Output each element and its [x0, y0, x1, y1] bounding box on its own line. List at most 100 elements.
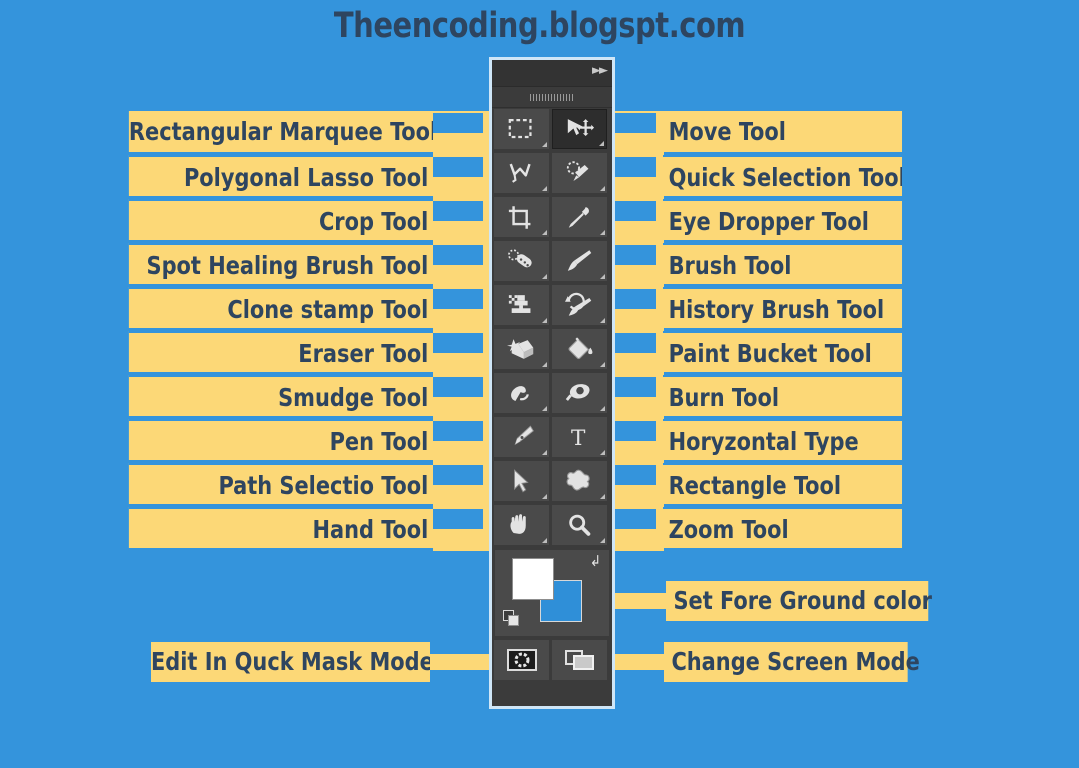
- right-tool-label-8: Rectangle Tool: [663, 463, 903, 504]
- connector-gap: [433, 509, 483, 529]
- hand-icon: [509, 514, 526, 534]
- connector-gap: [433, 465, 483, 485]
- tool-cell-quick-selection-icon[interactable]: [552, 153, 607, 193]
- left-tool-label-4: Clone stamp Tool: [128, 287, 433, 328]
- tool-corner-marker: [542, 318, 547, 323]
- eyedropper-icon: [568, 207, 589, 228]
- tool-corner-marker: [600, 538, 605, 543]
- tool-cell-clone-stamp-icon[interactable]: [494, 285, 549, 325]
- right-tool-label-2: Eye Dropper Tool: [663, 199, 903, 240]
- tool-cell-pen-icon[interactable]: [494, 417, 549, 457]
- paint-bucket-icon: [568, 337, 592, 360]
- page-title: Theencoding.blogspt.com: [333, 6, 746, 46]
- tool-corner-marker: [600, 230, 605, 235]
- connector-gap: [614, 465, 656, 485]
- rectangular-marquee-icon: [508, 118, 532, 139]
- tool-corner-marker: [542, 230, 547, 235]
- set-foreground-color-label: Set Fore Ground color: [666, 581, 932, 621]
- tool-corner-marker: [542, 450, 547, 455]
- connector-gap: [433, 245, 483, 265]
- tool-cell-paint-bucket-icon[interactable]: [552, 329, 607, 369]
- quick-mask-connector: [430, 654, 490, 670]
- tool-cell-horizontal-type-icon[interactable]: T: [552, 417, 607, 457]
- foreground-color-swatch[interactable]: [512, 558, 554, 600]
- right-connector-field: [614, 111, 664, 551]
- connector-gap: [433, 421, 483, 441]
- smudge-icon: [510, 386, 529, 401]
- screen-mode-connector: [614, 654, 666, 670]
- history-brush-icon: [564, 292, 591, 316]
- right-tool-label-5: Paint Bucket Tool: [663, 331, 903, 372]
- connector-gap: [433, 333, 483, 353]
- mode-button-row: [492, 639, 612, 683]
- brush-icon: [567, 250, 591, 271]
- quick-mask-label: Edit In Quck Mask Mode: [151, 642, 434, 682]
- svg-text:T: T: [570, 426, 585, 450]
- connector-gap: [614, 245, 656, 265]
- swap-colors-icon[interactable]: ↲: [590, 554, 601, 569]
- tool-corner-marker: [542, 142, 547, 147]
- tool-cell-crop-icon[interactable]: [494, 197, 549, 237]
- left-tool-label-7: Pen Tool: [128, 419, 433, 460]
- left-tool-label-8: Path Selectio Tool: [128, 463, 433, 504]
- tool-cell-hand-icon[interactable]: [494, 505, 549, 545]
- tool-corner-marker: [599, 141, 604, 146]
- path-selection-icon: [513, 469, 529, 493]
- panel-grip-icon[interactable]: [492, 87, 612, 108]
- foreground-connector: [614, 593, 666, 609]
- tool-corner-marker: [542, 538, 547, 543]
- tool-cell-spot-healing-brush-icon[interactable]: [494, 241, 549, 281]
- zoom-icon: [568, 514, 590, 536]
- tool-cell-custom-shape-icon[interactable]: [552, 461, 607, 501]
- tool-cell-rectangular-marquee-icon[interactable]: [494, 109, 549, 149]
- right-tool-label-0: Move Tool: [663, 111, 903, 152]
- screen-mode-icon[interactable]: [552, 640, 607, 680]
- connector-gap: [614, 333, 656, 353]
- tool-grid: T: [492, 108, 612, 548]
- tool-cell-zoom-icon[interactable]: [552, 505, 607, 545]
- tool-cell-smudge-icon[interactable]: [494, 373, 549, 413]
- tool-cell-eraser-icon[interactable]: [494, 329, 549, 369]
- connector-gap: [614, 509, 656, 529]
- panel-header[interactable]: ►►: [492, 60, 612, 87]
- custom-shape-icon: [566, 469, 590, 491]
- connector-gap: [433, 289, 483, 309]
- tool-cell-eyedropper-icon[interactable]: [552, 197, 607, 237]
- connector-gap: [614, 377, 656, 397]
- default-colors-icon[interactable]: [503, 610, 519, 626]
- tool-corner-marker: [542, 362, 547, 367]
- change-screen-mode-label: Change Screen Mode: [664, 642, 920, 682]
- tool-cell-burn-icon[interactable]: [552, 373, 607, 413]
- quick-selection-icon: [566, 161, 588, 181]
- tool-corner-marker: [542, 186, 547, 191]
- left-tool-label-5: Eraser Tool: [128, 331, 433, 372]
- connector-gap: [614, 201, 656, 221]
- connector-gap: [614, 421, 656, 441]
- move-tool-icon: [567, 119, 594, 137]
- left-connector-field: [433, 111, 490, 551]
- right-tool-label-1: Quick Selection Tool: [663, 155, 903, 196]
- tool-corner-marker: [542, 494, 547, 499]
- connector-gap: [433, 157, 483, 177]
- left-tool-label-2: Crop Tool: [128, 199, 433, 240]
- tool-cell-move-tool-icon[interactable]: [552, 109, 607, 149]
- spot-healing-brush-icon: [507, 249, 532, 268]
- tool-corner-marker: [600, 318, 605, 323]
- connector-gap: [614, 289, 656, 309]
- tool-cell-path-selection-icon[interactable]: [494, 461, 549, 501]
- right-tool-label-7: Horyzontal Type: [663, 419, 903, 460]
- default-black-square: [508, 615, 519, 626]
- left-tool-label-9: Hand Tool: [128, 507, 433, 548]
- color-swatch-block[interactable]: ↲: [495, 550, 609, 636]
- tool-cell-history-brush-icon[interactable]: [552, 285, 607, 325]
- connector-gap: [433, 201, 483, 221]
- tool-cell-brush-icon[interactable]: [552, 241, 607, 281]
- double-chevron-right-icon[interactable]: ►►: [592, 64, 608, 78]
- connector-gap: [433, 377, 483, 397]
- grip-dots: [530, 93, 574, 101]
- tool-corner-marker: [600, 186, 605, 191]
- polygonal-lasso-icon: [509, 163, 531, 183]
- tool-cell-polygonal-lasso-icon[interactable]: [494, 153, 549, 193]
- quick-mask-icon[interactable]: [494, 640, 549, 680]
- connector-gap: [614, 113, 656, 133]
